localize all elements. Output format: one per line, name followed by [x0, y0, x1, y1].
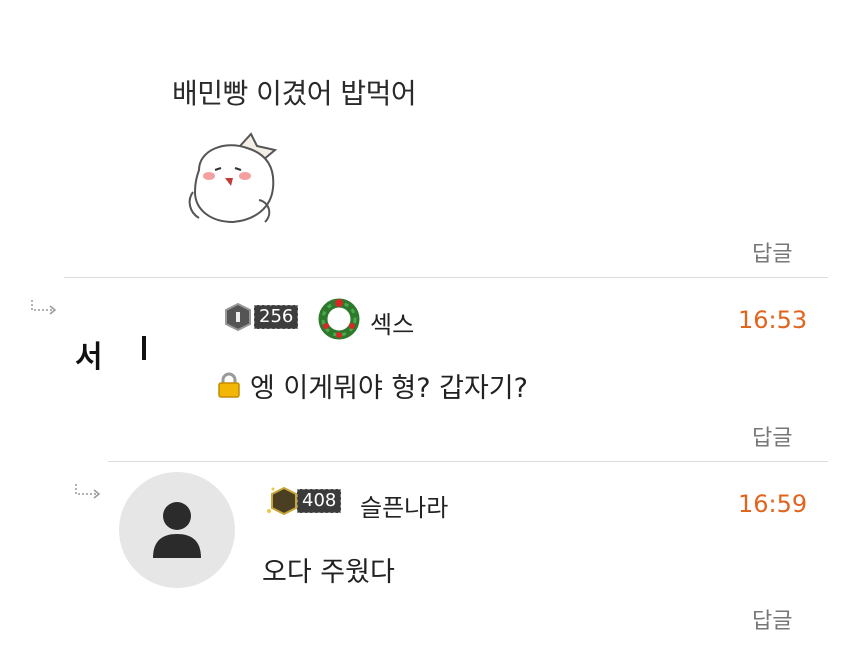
level-number: 408 [297, 489, 342, 513]
divider [108, 461, 828, 462]
wreath-icon [318, 298, 360, 340]
nickname[interactable]: 슬픈나라 [360, 488, 448, 523]
level-number: 256 [254, 305, 299, 329]
divider [64, 277, 828, 278]
avatar[interactable] [119, 472, 235, 588]
comment-message: 오다 주웠다 [262, 557, 395, 588]
reply-button[interactable]: 답글 [752, 236, 792, 268]
level-badge: 408 [265, 486, 342, 516]
reply-arrow-icon [31, 300, 57, 315]
level-badge: 256 [222, 302, 299, 332]
partial-avatar-bar [142, 336, 146, 360]
comment-time: 16:59 [738, 490, 808, 518]
comment-text: 배민빵 이겼어 밥먹어 [172, 77, 417, 110]
user-icon [153, 502, 201, 558]
bread-character-emoticon [188, 132, 278, 224]
comment-time: 16:53 [738, 306, 808, 334]
lock-icon [218, 372, 240, 398]
reply-arrow-icon [75, 484, 101, 499]
reply-button[interactable]: 답글 [752, 420, 792, 452]
reply-button[interactable]: 답글 [752, 603, 792, 635]
level-emblem-icon [225, 302, 251, 332]
nickname[interactable]: 섹스 [370, 305, 414, 340]
partial-avatar-text: 서 [75, 340, 103, 375]
comment-message: 엥 이게뭐야 형? 갑자기? [250, 373, 528, 404]
